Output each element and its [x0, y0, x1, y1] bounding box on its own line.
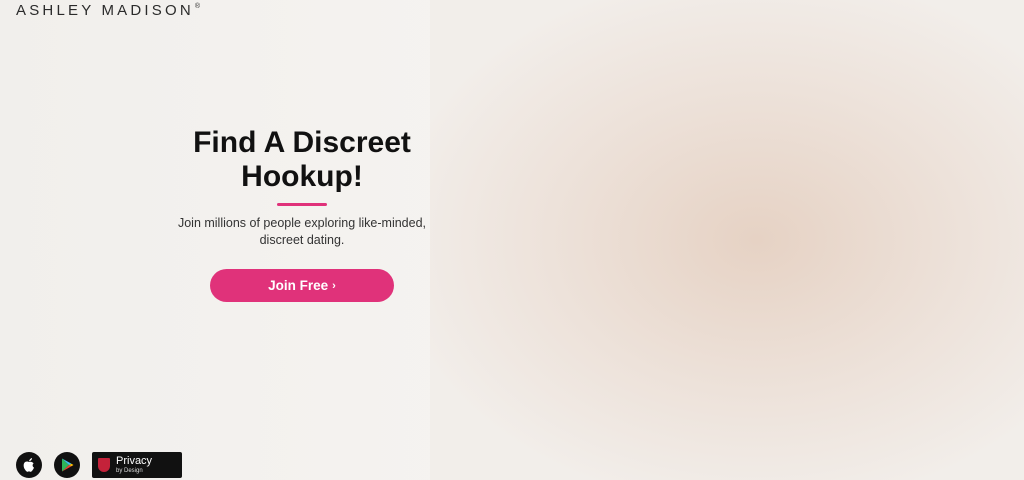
apple-icon — [23, 458, 34, 472]
privacy-seal-icon — [98, 458, 110, 472]
privacy-title: Privacy — [116, 455, 153, 467]
join-free-button[interactable]: Join Free › — [210, 269, 394, 302]
join-free-label: Join Free — [268, 278, 329, 293]
hero-panel: Find A Discreet Hookup! Join millions of… — [152, 126, 452, 302]
hero-headline: Find A Discreet Hookup! — [152, 126, 452, 194]
chevron-right-icon: › — [332, 280, 336, 292]
google-play-button[interactable] — [54, 452, 80, 478]
hero-subtitle: Join millions of people exploring like-m… — [177, 216, 427, 247]
privacy-badge-text: Privacy by Design — [116, 455, 153, 475]
registered-mark: ® — [194, 3, 201, 10]
brand-name: ASHLEY MADISON — [16, 2, 194, 19]
brand-logo[interactable]: ASHLEY MADISON® — [16, 2, 200, 19]
apple-store-button[interactable] — [16, 452, 42, 478]
footer-badges: Privacy by Design — [16, 452, 182, 478]
privacy-by-design-badge[interactable]: Privacy by Design — [92, 452, 182, 478]
google-play-icon — [61, 458, 73, 472]
headline-line-2: Hookup! — [241, 160, 363, 193]
headline-divider — [277, 203, 327, 206]
hero-background — [430, 0, 1024, 480]
privacy-subtitle: by Design — [116, 468, 143, 474]
headline-line-1: Find A Discreet — [193, 126, 411, 159]
